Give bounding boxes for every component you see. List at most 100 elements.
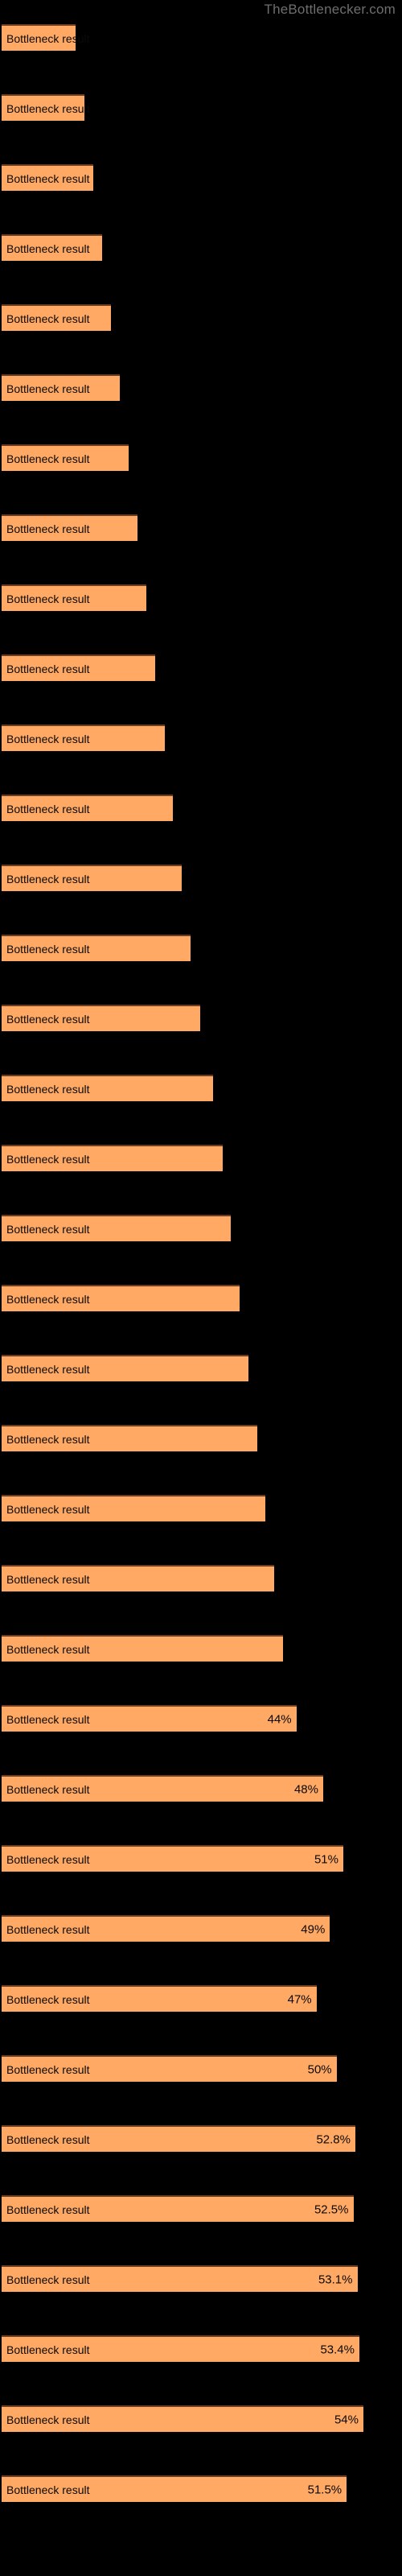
bar[interactable]: Bottleneck result xyxy=(2,444,129,471)
row-clip: Bottleneck result 53.1% xyxy=(0,2265,402,2335)
chart-row: Bottleneck result xyxy=(0,1565,402,1635)
bar-label: Bottleneck result xyxy=(6,2483,90,2496)
bar-label: Bottleneck result xyxy=(6,1642,90,1656)
bar[interactable]: Bottleneck result 51.5% xyxy=(2,2475,347,2502)
bar[interactable]: Bottleneck result xyxy=(2,1565,275,1591)
chart-row: Bottleneck result xyxy=(0,584,402,654)
bar[interactable]: Bottleneck result xyxy=(2,94,90,121)
chart-row: Bottleneck result 51% xyxy=(0,1845,402,1915)
bar-label: Bottleneck result xyxy=(6,1502,90,1516)
bar[interactable]: Bottleneck result xyxy=(2,1215,231,1241)
bar-value: 54% xyxy=(334,2413,359,2426)
chart-row: Bottleneck result xyxy=(0,374,402,444)
bar[interactable]: Bottleneck result xyxy=(2,724,165,751)
bar-label: Bottleneck result xyxy=(6,1712,90,1726)
bar-label: Bottleneck result xyxy=(6,872,90,886)
chart-row: Bottleneck result xyxy=(0,514,402,584)
chart-row: Bottleneck result xyxy=(0,24,402,94)
row-clip: Bottleneck result xyxy=(0,584,402,654)
chart-row: Bottleneck result 52.8% xyxy=(0,2125,402,2195)
bar-label: Bottleneck result xyxy=(6,1852,90,1866)
row-clip: Bottleneck result 50% xyxy=(0,2055,402,2125)
bar[interactable]: Bottleneck result 52.5% xyxy=(2,2195,354,2222)
bar[interactable]: Bottleneck result xyxy=(2,1425,257,1451)
chart-row: Bottleneck result 54% xyxy=(0,2405,402,2475)
row-clip: Bottleneck result xyxy=(0,935,402,1005)
bar[interactable]: Bottleneck result xyxy=(2,164,94,191)
bar[interactable]: Bottleneck result 47% xyxy=(2,1985,317,2012)
bar-label: Bottleneck result xyxy=(6,1782,90,1796)
row-clip: Bottleneck result xyxy=(0,1215,402,1285)
row-clip: Bottleneck result xyxy=(0,24,402,94)
chart-row: Bottleneck result xyxy=(0,1075,402,1145)
bar-label: Bottleneck result xyxy=(6,312,90,325)
bar-label: Bottleneck result xyxy=(6,1222,90,1236)
bar[interactable]: Bottleneck result xyxy=(2,654,155,681)
chart-row: Bottleneck result xyxy=(0,935,402,1005)
bar[interactable]: Bottleneck result xyxy=(2,1635,283,1662)
bar-label: Bottleneck result xyxy=(6,2273,90,2286)
bar[interactable]: Bottleneck result xyxy=(2,1495,266,1521)
bar-value: 53.4% xyxy=(320,2343,355,2356)
bar[interactable]: Bottleneck result xyxy=(2,24,90,51)
bar-label: Bottleneck result xyxy=(6,942,90,956)
bar[interactable]: Bottleneck result 53.1% xyxy=(2,2265,358,2292)
bar[interactable]: Bottleneck result xyxy=(2,795,174,821)
bar[interactable]: Bottleneck result xyxy=(2,1285,240,1311)
bar-label: Bottleneck result xyxy=(6,101,90,115)
bar[interactable]: Bottleneck result 50% xyxy=(2,2055,337,2082)
chart-row: Bottleneck result 51.5% xyxy=(0,2475,402,2545)
row-clip: Bottleneck result xyxy=(0,304,402,374)
bar-label: Bottleneck result xyxy=(6,2062,90,2076)
bar-label: Bottleneck result xyxy=(6,522,90,535)
bar[interactable]: Bottleneck result xyxy=(2,1075,213,1101)
bar-label: Bottleneck result xyxy=(6,242,90,255)
row-clip: Bottleneck result xyxy=(0,1075,402,1145)
row-clip: Bottleneck result 48% xyxy=(0,1775,402,1845)
row-clip: Bottleneck result xyxy=(0,1565,402,1635)
bar-label: Bottleneck result xyxy=(6,452,90,465)
bar[interactable]: Bottleneck result xyxy=(2,865,183,891)
chart-row: Bottleneck result xyxy=(0,865,402,935)
bar[interactable]: Bottleneck result 44% xyxy=(2,1705,297,1732)
bar[interactable]: Bottleneck result xyxy=(2,374,120,401)
bar[interactable]: Bottleneck result 54% xyxy=(2,2405,363,2432)
chart-row: Bottleneck result xyxy=(0,1495,402,1565)
chart-row: Bottleneck result 50% xyxy=(0,2055,402,2125)
chart-row: Bottleneck result xyxy=(0,1355,402,1425)
bar-label: Bottleneck result xyxy=(6,2132,90,2146)
chart-row: Bottleneck result 53.4% xyxy=(0,2335,402,2405)
bar-label: Bottleneck result xyxy=(6,1572,90,1586)
bar-label: Bottleneck result xyxy=(6,1432,90,1446)
chart-row: Bottleneck result xyxy=(0,164,402,234)
row-clip: Bottleneck result xyxy=(0,374,402,444)
chart-row: Bottleneck result xyxy=(0,444,402,514)
chart-row: Bottleneck result xyxy=(0,1425,402,1495)
bar[interactable]: Bottleneck result 48% xyxy=(2,1775,323,1802)
bar[interactable]: Bottleneck result xyxy=(2,935,191,961)
bar[interactable]: Bottleneck result xyxy=(2,514,138,541)
chart-row: Bottleneck result xyxy=(0,234,402,304)
bar[interactable]: Bottleneck result 52.8% xyxy=(2,2125,355,2152)
bar[interactable]: Bottleneck result xyxy=(2,584,146,611)
bar[interactable]: Bottleneck result xyxy=(2,1355,248,1381)
bar-value: 53.1% xyxy=(318,2273,353,2286)
bar-label: Bottleneck result xyxy=(6,1082,90,1096)
chart-row: Bottleneck result 48% xyxy=(0,1775,402,1845)
chart-row: Bottleneck result 53.1% xyxy=(0,2265,402,2335)
bar[interactable]: Bottleneck result 51% xyxy=(2,1845,343,1872)
row-clip: Bottleneck result 52.8% xyxy=(0,2125,402,2195)
row-clip: Bottleneck result 44% xyxy=(0,1705,402,1775)
row-clip: Bottleneck result xyxy=(0,164,402,234)
bar[interactable]: Bottleneck result 49% xyxy=(2,1915,330,1942)
bar[interactable]: Bottleneck result xyxy=(2,234,102,261)
row-clip: Bottleneck result xyxy=(0,1355,402,1425)
row-clip: Bottleneck result 53.4% xyxy=(0,2335,402,2405)
bar[interactable]: Bottleneck result 53.4% xyxy=(2,2335,359,2362)
bar[interactable]: Bottleneck result xyxy=(2,1145,223,1171)
bar-label: Bottleneck result xyxy=(6,171,90,185)
bar[interactable]: Bottleneck result xyxy=(2,304,111,331)
chart-row: Bottleneck result xyxy=(0,304,402,374)
bar[interactable]: Bottleneck result xyxy=(2,1005,200,1031)
bar-label: Bottleneck result xyxy=(6,2413,90,2426)
